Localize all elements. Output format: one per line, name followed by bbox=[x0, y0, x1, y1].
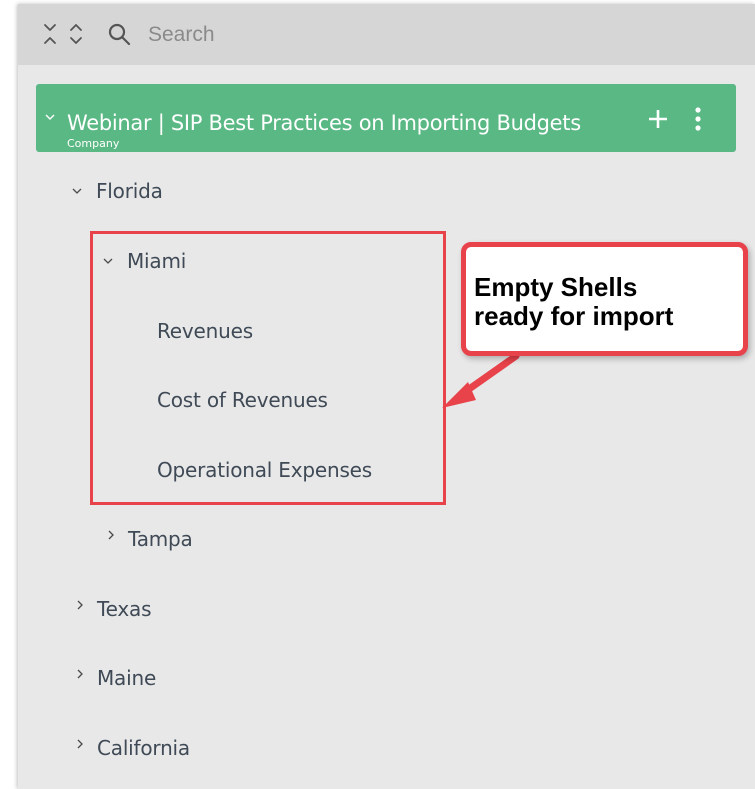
tree-item-label: Maine bbox=[97, 666, 157, 690]
toolbar bbox=[18, 4, 755, 65]
callout-text: Empty Shells ready for import bbox=[474, 272, 674, 331]
tree-item-label: Texas bbox=[97, 597, 152, 621]
company-row[interactable]: Webinar | SIP Best Practices on Importin… bbox=[36, 84, 736, 152]
search-input[interactable] bbox=[148, 18, 668, 52]
company-name: Webinar | SIP Best Practices on Importin… bbox=[67, 111, 581, 135]
chevron-down-icon[interactable] bbox=[45, 113, 55, 121]
chevron-down-icon[interactable] bbox=[103, 256, 113, 266]
chevron-right-icon[interactable] bbox=[106, 530, 116, 540]
tree-item-label: Cost of Revenues bbox=[157, 388, 328, 412]
annotation-callout: Empty Shells ready for import bbox=[461, 242, 748, 356]
tree-item-label: Revenues bbox=[157, 319, 253, 343]
expand-all-icon[interactable] bbox=[38, 22, 62, 46]
chevron-right-icon[interactable] bbox=[75, 739, 85, 749]
chevron-right-icon[interactable] bbox=[75, 669, 85, 679]
tree-item-label: California bbox=[97, 736, 190, 760]
chevron-right-icon[interactable] bbox=[75, 600, 85, 610]
tree-item-label: Miami bbox=[127, 249, 187, 273]
kebab-menu-icon[interactable] bbox=[693, 106, 703, 132]
search-icon[interactable] bbox=[107, 22, 131, 46]
tree-item-label: Tampa bbox=[128, 527, 193, 551]
tree-item-label: Florida bbox=[96, 179, 163, 203]
tree-item-label: Operational Expenses bbox=[157, 458, 372, 482]
company-type-label: Company bbox=[67, 137, 120, 150]
hierarchy-panel: Webinar | SIP Best Practices on Importin… bbox=[18, 4, 755, 789]
chevron-down-icon[interactable] bbox=[72, 186, 82, 196]
collapse-all-icon[interactable] bbox=[64, 22, 88, 46]
plus-icon[interactable] bbox=[647, 108, 669, 130]
